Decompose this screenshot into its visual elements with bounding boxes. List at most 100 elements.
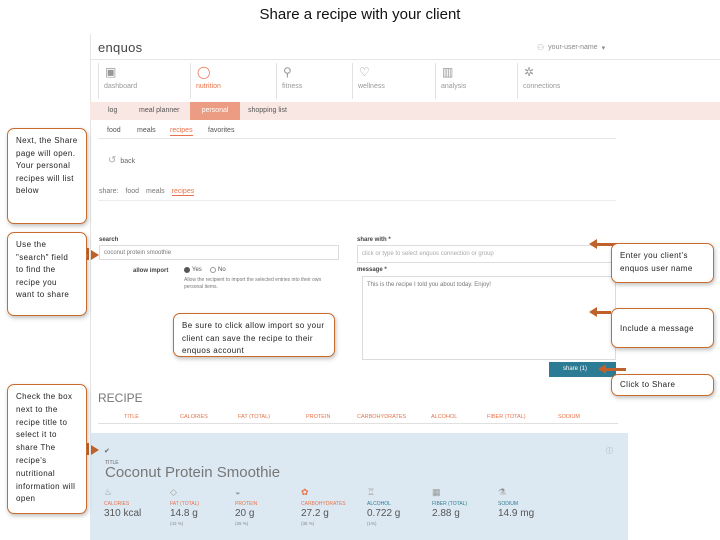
arrow-left-icon — [598, 364, 606, 374]
callout-arrow — [597, 311, 611, 314]
breadcrumb-divider — [98, 200, 616, 201]
nav-label: wellness — [358, 83, 385, 90]
col-alcohol[interactable]: ALCOHOL — [431, 414, 457, 420]
share-tab-meals[interactable]: meals — [146, 188, 165, 195]
callout-arrow — [606, 368, 626, 371]
bar-chart-icon: ▥ — [442, 65, 454, 79]
arrow-left-icon — [589, 307, 597, 317]
message-textarea[interactable]: This is the recipe I told you about toda… — [362, 276, 616, 360]
salt-icon: ⚗ — [498, 487, 507, 497]
nav-label: nutrition — [196, 83, 221, 90]
flame-icon: ♨ — [104, 487, 113, 497]
callout-arrow — [597, 243, 609, 246]
user-menu[interactable]: ⚇ your-user-name ▾ — [537, 43, 605, 52]
recipe-heading: RECIPE — [98, 391, 143, 405]
callout-share: Click to Share — [611, 374, 714, 396]
allow-import-help: Allow the recipient to import the select… — [184, 277, 322, 290]
nav-label: fitness — [282, 83, 303, 90]
col-protein[interactable]: PROTEIN — [306, 414, 330, 420]
slide-title: Share a recipe with your client — [259, 6, 461, 23]
nutrient-alcohol: ♖ ALCOHOL 0.722 g (1%) — [367, 487, 433, 526]
allow-import-yes-radio[interactable]: Yes — [184, 267, 202, 273]
col-calories[interactable]: CALORIES — [180, 414, 208, 420]
back-button[interactable]: ↺ back — [108, 155, 135, 166]
heart-icon: ♡ — [359, 65, 370, 79]
tab-meals[interactable]: meals — [137, 127, 156, 134]
nav-connections[interactable]: ✲ connections — [517, 63, 603, 99]
col-title[interactable]: TITLE — [124, 414, 139, 420]
nutrient-carbohydrates: ✿ CARBOHYDRATES 27.2 g (35 %) — [301, 487, 367, 526]
recipe-select-checkbox[interactable]: ✔ — [104, 447, 110, 455]
nav-fitness[interactable]: ⚲ fitness — [276, 63, 362, 99]
tab-recipes[interactable]: recipes — [170, 127, 193, 136]
arrow-right-icon — [91, 445, 99, 455]
nutrient-label: FAT (TOTAL) — [170, 501, 200, 507]
nutrient-value: 20 g — [235, 508, 255, 519]
nutrient-pct: (43 %) — [170, 521, 184, 526]
app-logo[interactable]: enquos — [98, 40, 142, 55]
subnav-meal-planner[interactable]: meal planner — [139, 107, 179, 114]
nav-wellness[interactable]: ♡ wellness — [352, 63, 438, 99]
callout-search: Use the "search" field to find the recip… — [7, 232, 87, 316]
glass-icon: ♖ — [367, 487, 376, 497]
nutrient-label: PROTEIN — [235, 501, 258, 507]
nutrient-label: SODIUM — [498, 501, 518, 507]
no-label: No — [218, 267, 226, 273]
callout-allow-import: Be sure to click allow import so your cl… — [173, 313, 335, 357]
share-label: share: — [99, 188, 119, 195]
nutrient-fat: ◇ FAT (TOTAL) 14.8 g (43 %) — [170, 487, 236, 526]
col-fiber[interactable]: FIBER (TOTAL) — [487, 414, 526, 420]
subnav-log[interactable]: log — [108, 107, 117, 114]
yes-label: Yes — [192, 267, 202, 273]
nutrient-value: 14.8 g — [170, 508, 198, 519]
nutrient-pct: (35 %) — [301, 521, 315, 526]
allow-import-no-radio[interactable]: No — [210, 267, 226, 273]
egg-icon: ◒ — [235, 487, 241, 497]
radio-empty-icon — [210, 267, 216, 273]
nav-nutrition[interactable]: ◯ nutrition — [190, 63, 276, 99]
share-tab-food[interactable]: food — [125, 188, 139, 195]
back-label: back — [120, 158, 136, 165]
col-sodium[interactable]: SODIUM — [558, 414, 580, 420]
info-icon[interactable]: ⓘ — [606, 446, 613, 456]
subnav-personal[interactable]: personal — [190, 102, 240, 120]
callout-check-box: Check the box next to the recipe title t… — [7, 384, 87, 514]
nutrient-pct: (26 %) — [235, 521, 249, 526]
user-icon: ⚇ — [537, 43, 545, 52]
nutrient-value: 2.88 g — [432, 508, 460, 519]
col-carbohydrates[interactable]: CARBOHYDRATES — [357, 414, 406, 420]
tab-food[interactable]: food — [107, 127, 121, 134]
nav-label: connections — [523, 83, 561, 90]
tab-favorites[interactable]: favorites — [208, 127, 234, 134]
nutrient-sodium: ⚗ SODIUM 14.9 mg — [498, 487, 564, 521]
nutrient-label: FIBER (TOTAL) — [432, 501, 468, 507]
allow-import-label: allow import — [133, 268, 169, 274]
nav-label: analysis — [441, 83, 467, 90]
sub-nav-bar — [90, 102, 720, 120]
share-with-label: share with * — [357, 237, 391, 243]
chevron-down-icon: ▾ — [601, 44, 606, 52]
wheat-icon: ✿ — [301, 487, 309, 497]
arrow-right-icon — [91, 250, 99, 260]
nav-analysis[interactable]: ▥ analysis — [435, 63, 521, 99]
share-tab-recipes[interactable]: recipes — [171, 188, 195, 196]
share-with-input[interactable]: click or type to select enquos connectio… — [357, 245, 617, 263]
subnav-shopping-list[interactable]: shopping list — [248, 107, 287, 114]
col-fat[interactable]: FAT (TOTAL) — [238, 414, 270, 420]
search-input[interactable]: coconut protein smoothie — [99, 245, 339, 260]
bicycle-icon: ⚲ — [283, 65, 292, 79]
nutrient-value: 0.722 g — [367, 508, 401, 519]
nutrient-calories: ♨ CALORIES 310 kcal — [104, 487, 170, 521]
user-name: your-user-name — [548, 44, 598, 51]
message-label: message * — [357, 267, 387, 273]
nutrient-value: 27.2 g — [301, 508, 329, 519]
nav-label: dashboard — [104, 83, 138, 90]
nutrient-label: CARBOHYDRATES — [301, 501, 346, 507]
fiber-icon: ▦ — [432, 487, 441, 497]
nutrient-pct: (1%) — [367, 521, 377, 526]
radio-selected-icon — [184, 267, 190, 273]
nav-dashboard[interactable]: ▣ dashboard — [98, 63, 184, 99]
dashboard-icon: ▣ — [105, 65, 117, 79]
recipe-title: Coconut Protein Smoothie — [105, 464, 281, 481]
nutrient-label: CALORIES — [104, 501, 130, 507]
